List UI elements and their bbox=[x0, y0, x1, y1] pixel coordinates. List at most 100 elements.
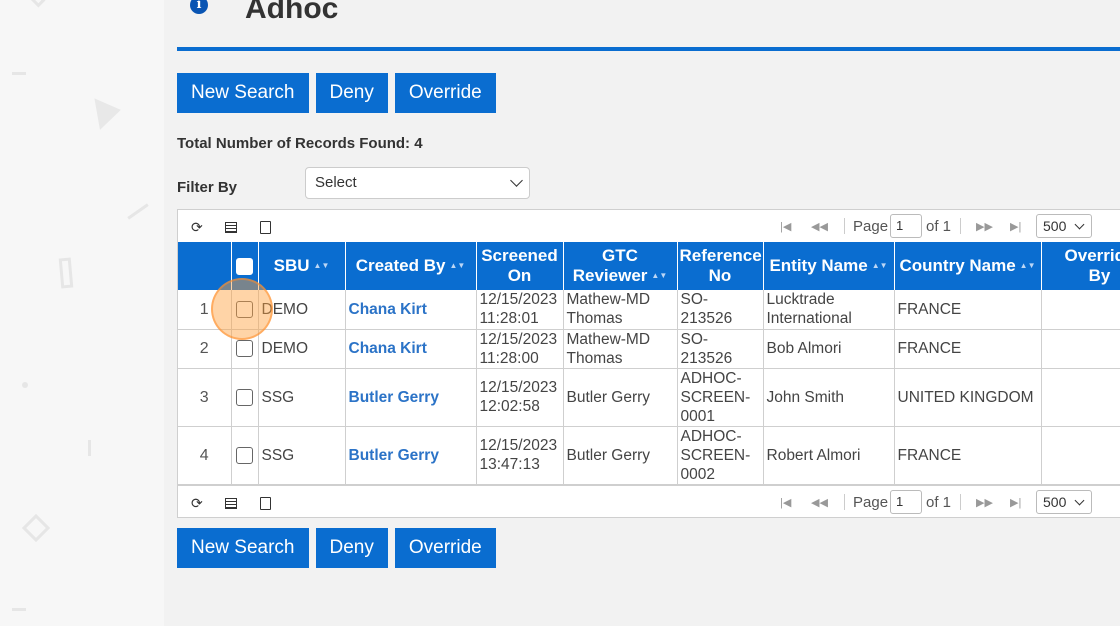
gtc-reviewer-cell: Mathew-MD Thomas bbox=[563, 290, 678, 330]
row-checkbox[interactable] bbox=[236, 446, 253, 464]
page-number-input[interactable]: 1 bbox=[890, 214, 922, 238]
col-header-gtc-reviewer[interactable]: GTC Reviewer ▲▼ bbox=[563, 242, 678, 290]
sbu-cell: DEMO bbox=[258, 290, 346, 330]
override-button[interactable]: Override bbox=[394, 528, 496, 568]
next-page-icon[interactable]: ▶▶ bbox=[976, 220, 993, 233]
screened-on-cell: 12/15/2023 13:47:13 bbox=[476, 426, 564, 485]
page-title: Adhoc bbox=[245, 0, 339, 25]
reference-no-text: SO-213526 bbox=[680, 291, 733, 328]
created-by-link[interactable]: Chana Kirt bbox=[349, 301, 427, 318]
table-columns-icon[interactable] bbox=[225, 222, 237, 233]
refresh-icon[interactable]: ⟳ bbox=[191, 495, 203, 512]
info-icon[interactable]: i bbox=[190, 0, 208, 14]
entity-name-text: Lucktrade bbox=[766, 291, 835, 309]
created-by-link[interactable]: Butler Gerry bbox=[349, 389, 439, 406]
entity-name-text: Robert Almori bbox=[766, 446, 861, 464]
page-size-select[interactable]: 500 bbox=[1036, 214, 1092, 238]
page-number-input[interactable]: 1 bbox=[890, 490, 922, 514]
created-by-link[interactable]: Chana Kirt bbox=[349, 340, 427, 357]
sbu-cell: SSG bbox=[258, 368, 346, 427]
col-header-override-by[interactable]: OverrideBy bbox=[1041, 242, 1120, 290]
filter-select[interactable]: Select bbox=[305, 167, 530, 199]
col-header-created-by[interactable]: Created By ▲▼ bbox=[345, 242, 477, 290]
screened-on-cell: 12/15/2023 12:02:58 bbox=[476, 368, 564, 427]
col-header-entity-name[interactable]: Entity Name ▲▼ bbox=[763, 242, 895, 290]
screened-date: 12/15/2023 bbox=[479, 379, 558, 396]
sbu-cell: DEMO bbox=[258, 329, 346, 369]
reference-no-text: SCREEN- bbox=[680, 446, 751, 464]
results-table: SBU ▲▼ Created By ▲▼ Screened On GTC Reviewe… bbox=[178, 242, 1120, 485]
col-header-sbu[interactable]: SBU ▲▼ bbox=[258, 242, 346, 290]
gtc-reviewer-text: Thomas bbox=[566, 310, 623, 328]
screened-on-cell: 12/15/2023 11:28:01 bbox=[476, 290, 564, 330]
deny-button[interactable]: Deny bbox=[315, 73, 388, 113]
entity-name-text: Bob Almori bbox=[766, 340, 842, 357]
col-header-label: Country Name bbox=[899, 255, 1016, 275]
table-header-row: SBU ▲▼ Created By ▲▼ Screened On GTC Reviewe… bbox=[178, 242, 1120, 290]
table-row[interactable]: 1 DEMO Chana Kirt 12/15/2023 11:28:01 Mat… bbox=[178, 290, 1120, 330]
deny-button[interactable]: Deny bbox=[315, 528, 388, 568]
created-by-link[interactable]: Butler Gerry bbox=[349, 447, 439, 464]
created-by-cell: Butler Gerry bbox=[345, 368, 477, 427]
new-search-button[interactable]: New Search bbox=[177, 73, 309, 113]
country-name-cell: FRANCE bbox=[894, 290, 1042, 330]
page-label: Page bbox=[853, 494, 889, 511]
refresh-icon[interactable]: ⟳ bbox=[191, 219, 203, 236]
table-columns-icon[interactable] bbox=[225, 498, 237, 509]
pager-separator bbox=[960, 218, 961, 234]
screened-time: 13:47:13 bbox=[479, 456, 540, 473]
table-row[interactable]: 2 DEMO Chana Kirt 12/15/2023 11:28:00 Mat… bbox=[178, 329, 1120, 369]
page-size-select[interactable]: 500 bbox=[1036, 490, 1092, 514]
table-row[interactable]: 3 SSG Butler Gerry 12/15/2023 12:02:58 Bu… bbox=[178, 368, 1120, 427]
reference-no-text: SCREEN- bbox=[680, 388, 751, 406]
gtc-reviewer-text: Mathew-MD bbox=[566, 291, 651, 309]
last-page-icon[interactable]: ▶| bbox=[1010, 220, 1021, 233]
records-count: Total Number of Records Found: 4 bbox=[177, 135, 423, 152]
sort-icon: ▲▼ bbox=[1019, 261, 1036, 271]
previous-page-icon[interactable]: ◀◀ bbox=[811, 220, 828, 233]
decor-shape bbox=[58, 257, 74, 289]
row-checkbox[interactable] bbox=[236, 301, 253, 319]
row-checkbox[interactable] bbox=[236, 340, 253, 358]
row-checkbox-cell bbox=[231, 290, 259, 330]
screened-date: 12/15/2023 bbox=[479, 291, 558, 309]
top-action-bar: New Search Deny Override bbox=[177, 73, 496, 113]
gtc-reviewer-text: Butler Gerry bbox=[566, 446, 651, 464]
sbu-cell: SSG bbox=[258, 426, 346, 485]
select-all-checkbox[interactable] bbox=[236, 258, 253, 276]
first-page-icon[interactable]: |◀ bbox=[780, 220, 791, 233]
export-document-icon[interactable] bbox=[260, 221, 271, 234]
row-number: 3 bbox=[178, 368, 232, 427]
new-search-button[interactable]: New Search bbox=[177, 528, 309, 568]
col-header-country-name[interactable]: Country Name ▲▼ bbox=[894, 242, 1042, 290]
override-button[interactable]: Override bbox=[394, 73, 496, 113]
col-header-screened-on[interactable]: Screened On bbox=[476, 242, 564, 290]
gtc-reviewer-text: Mathew-MD bbox=[566, 330, 651, 348]
row-checkbox-cell bbox=[231, 329, 259, 369]
screened-time: 12:02:58 bbox=[479, 398, 540, 415]
col-header-label: Reference bbox=[679, 246, 762, 265]
row-checkbox[interactable] bbox=[236, 388, 253, 406]
first-page-icon[interactable]: |◀ bbox=[780, 496, 791, 509]
col-header-label: Created By bbox=[355, 255, 446, 275]
col-header-row-number bbox=[178, 242, 232, 290]
col-header-reference-no[interactable]: Reference No bbox=[677, 242, 764, 290]
country-name-cell: FRANCE bbox=[894, 426, 1042, 485]
override-by-cell bbox=[1041, 290, 1120, 330]
page-label: Page bbox=[853, 218, 889, 235]
next-page-icon[interactable]: ▶▶ bbox=[976, 496, 993, 509]
row-checkbox-cell bbox=[231, 368, 259, 427]
gtc-reviewer-text: Butler Gerry bbox=[566, 388, 651, 406]
created-by-cell: Chana Kirt bbox=[345, 329, 477, 369]
previous-page-icon[interactable]: ◀◀ bbox=[811, 496, 828, 509]
col-header-label: GTC bbox=[602, 245, 638, 265]
table-row[interactable]: 4 SSG Butler Gerry 12/15/2023 13:47:13 Bu… bbox=[178, 426, 1120, 485]
filter-select-value: Select bbox=[315, 174, 357, 191]
filter-label: Filter By bbox=[177, 179, 238, 196]
export-document-icon[interactable] bbox=[260, 497, 271, 510]
entity-name-text: International bbox=[766, 310, 852, 328]
chevron-down-icon bbox=[1074, 495, 1085, 506]
override-by-cell bbox=[1041, 329, 1120, 369]
last-page-icon[interactable]: ▶| bbox=[1010, 496, 1021, 509]
screened-time: 11:28:00 bbox=[479, 349, 539, 367]
